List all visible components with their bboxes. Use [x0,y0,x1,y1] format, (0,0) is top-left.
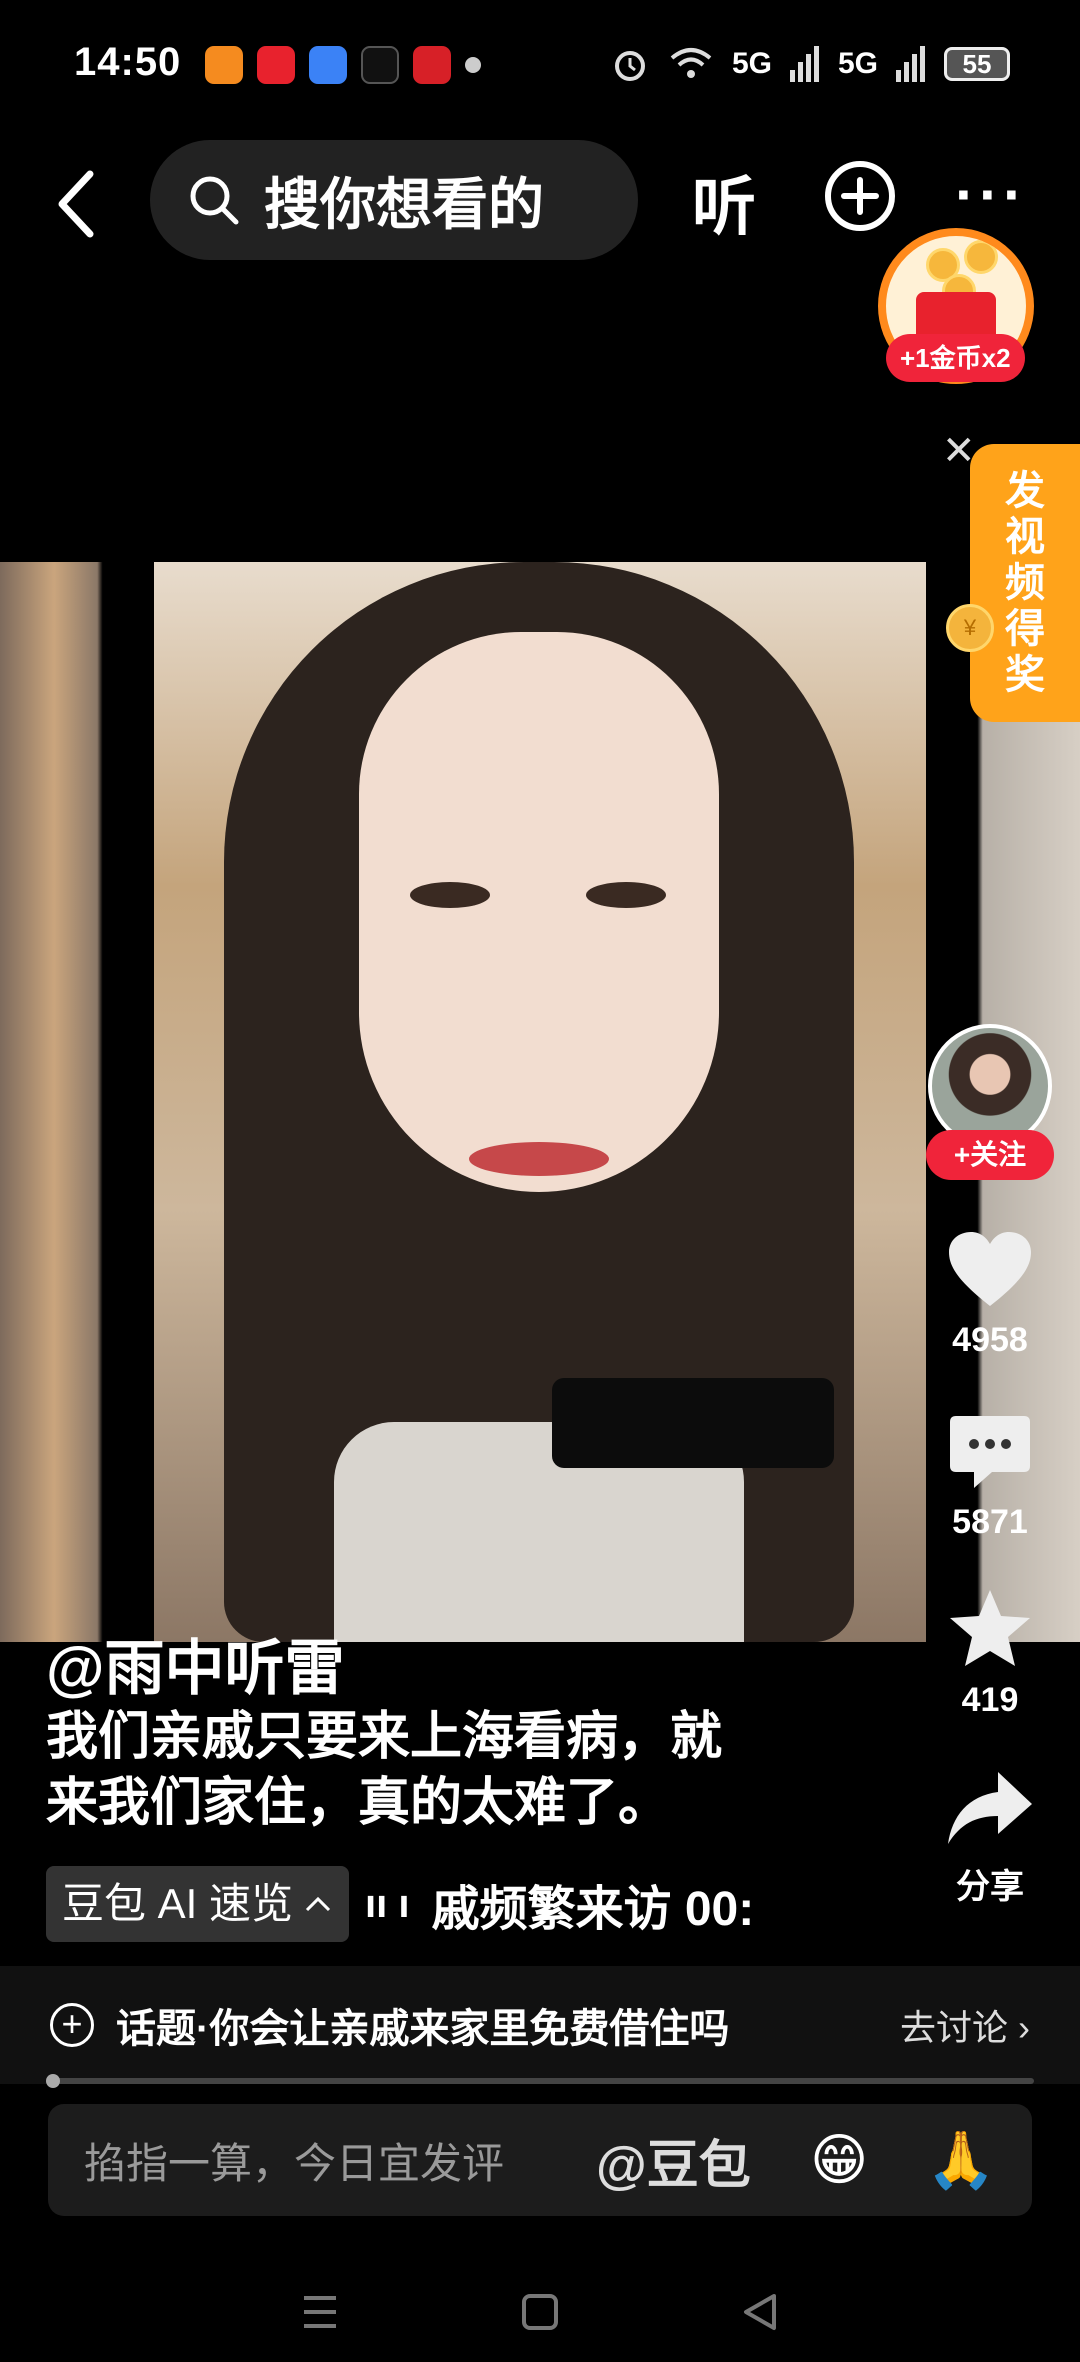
post-video-reward-banner[interactable]: 发 视 频 得 奖 [970,444,1080,722]
system-icons: 5G 5G 55 [610,44,1010,84]
signal-icon [789,46,819,82]
search-icon [190,176,239,225]
video-mouth [469,1142,609,1176]
gold-coin-icon [964,240,998,274]
ai-summary-label: 豆包 AI 速览 [62,1880,294,1927]
notification-icons [205,46,481,84]
signal-label-2: 5G [837,47,878,80]
video-player[interactable] [0,562,1080,1642]
promo-char: 得 [1005,607,1045,651]
star-icon [950,1590,1030,1666]
back-nav-icon[interactable] [730,2282,790,2342]
video-frame [154,562,926,1642]
video-eye [586,882,666,908]
more-icon[interactable]: ··· [955,160,1027,229]
mention-doubao-button[interactable]: @豆包 [596,2123,751,2198]
audio-wave-icon: ıı ı [365,1881,410,1926]
promo-char: 奖 [1005,653,1045,697]
ai-summary-preview: 戚频繁来访 00: [431,1883,755,1936]
system-nav-bar [0,2262,1080,2362]
favorite-count: 419 [961,1681,1019,1719]
search-placeholder: 搜你想看的 [264,172,544,236]
promo-char: 发 [1005,469,1045,513]
video-person-face [359,632,719,1192]
description-line: 来我们家住，真的太难了。 [46,1774,671,1832]
wifi-icon [670,48,712,78]
topic-plus-icon: + [50,2003,94,2047]
share-button[interactable]: 分享 [920,1770,1060,1908]
alarm-icon [614,51,645,81]
comment-count: 5871 [952,1503,1028,1541]
topic-bar[interactable]: + 话题·你会让亲戚来家里免费借住吗 去讨论 › [0,1966,1080,2084]
comment-placeholder: 掐指一算，今日宜发评 [84,2139,505,2187]
app-icon [205,46,243,84]
home-icon[interactable] [510,2282,570,2342]
yuan-coin-icon: ¥ [946,604,994,652]
app-icon [257,46,295,84]
comment-input-bar[interactable]: 掐指一算，今日宜发评 @豆包 😁 🙏 [48,2104,1032,2216]
ai-summary-row: 豆包 AI 速览 ıı ı 戚频繁来访 00: [46,1866,846,1942]
promo-char: 频 [1005,561,1045,605]
heart-icon [949,1232,1031,1306]
add-icon[interactable] [822,158,898,234]
comment-button[interactable]: 5871 [920,1414,1060,1542]
video-eye [410,882,490,908]
topic-text: 话题·你会让亲戚来家里免费借住吗 [116,2007,730,2051]
toutiao-icon [413,46,451,84]
search-bar[interactable]: 搜你想看的 [150,140,638,260]
favorite-button[interactable]: 419 [920,1588,1060,1720]
comment-icon [950,1416,1030,1488]
video-description: 我们亲戚只要来上海看病，就 来我们家住，真的太难了。 [46,1704,806,1836]
author-name[interactable]: @雨中听雷 [46,1620,345,1707]
pray-emoji-icon[interactable]: 🙏 [926,2127,996,2193]
menu-icon[interactable] [290,2282,350,2342]
promo-char: 视 [1005,515,1045,559]
follow-button[interactable]: +关注 [926,1130,1054,1180]
discuss-label: 去讨论 [899,2007,1008,2048]
like-button[interactable]: 4958 [920,1230,1060,1360]
coin-reward-badge: +1金币x2 [886,334,1025,382]
video-progress-bar[interactable] [46,2074,1034,2088]
app-icon [309,46,347,84]
tiktok-icon [361,46,399,84]
like-count: 4958 [952,1321,1028,1359]
status-bar: 14:50 5G 5G 55 [0,0,1080,130]
more-notifications-dot [465,57,481,73]
back-icon[interactable] [48,164,108,244]
share-arrow-icon [948,1772,1032,1844]
battery-indicator: 55 [944,47,1010,81]
description-line: 我们亲戚只要来上海看病，就 [46,1708,723,1766]
progress-knob[interactable] [46,2074,60,2088]
signal-label-1: 5G [731,47,772,80]
discuss-link[interactable]: 去讨论 › [900,1999,1030,2051]
grin-emoji-icon[interactable]: 😁 [810,2127,868,2193]
share-label: 分享 [956,1868,1024,1906]
clock: 14:50 [74,40,182,84]
chevron-up-icon [305,1896,331,1912]
listen-button[interactable]: 听 [692,156,756,248]
subtitle-overlay [552,1378,834,1468]
signal-icon [896,46,925,82]
ai-summary-button[interactable]: 豆包 AI 速览 [46,1866,350,1942]
